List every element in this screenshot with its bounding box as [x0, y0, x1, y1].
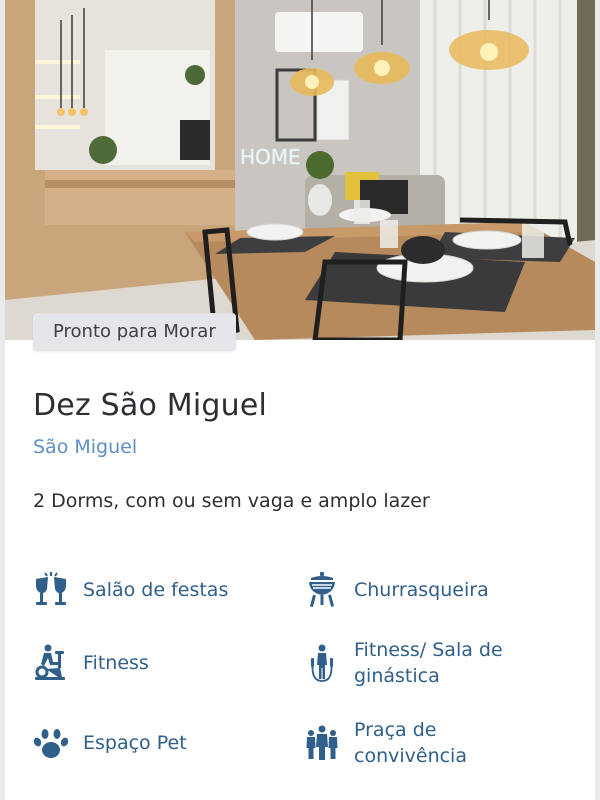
status-badge: Pronto para Morar — [33, 313, 236, 351]
amenity-label: Praça de convivência — [354, 719, 467, 767]
amenity-fitness-sala-de-ginastica: Fitness/ Sala de ginástica — [302, 637, 544, 689]
amenity-label: Fitness/ Sala de ginástica — [354, 639, 503, 687]
property-title[interactable]: Dez São Miguel — [33, 388, 267, 423]
amenity-espaco-pet: Espaço Pet — [31, 723, 187, 763]
amenity-label: Salão de festas — [83, 579, 229, 601]
exercise-bike-icon — [31, 643, 71, 683]
grill-icon — [302, 570, 342, 610]
amenity-fitness: Fitness — [31, 643, 149, 683]
amenity-salao-de-festas: Salão de festas — [31, 570, 228, 610]
jump-rope-icon — [302, 643, 342, 683]
amenity-label: Churrasqueira — [354, 579, 489, 601]
property-description: 2 Dorms, com ou sem vaga e amplo lazer — [33, 490, 430, 512]
amenity-churrasqueira: Churrasqueira — [302, 570, 489, 610]
amenity-label: Fitness — [83, 652, 149, 674]
amenity-praca-de-convivencia: Praça de convivência — [302, 717, 524, 769]
neon-home-sign: HOME — [240, 145, 301, 169]
property-photo[interactable]: HOME — [5, 0, 595, 340]
property-card[interactable]: HOME Pronto para Morar Dez São Miguel Sã… — [5, 0, 595, 800]
property-neighborhood: São Miguel — [33, 436, 138, 458]
cheers-glasses-icon — [31, 570, 71, 610]
amenity-label: Espaço Pet — [83, 732, 187, 754]
people-group-icon — [302, 723, 342, 763]
paw-icon — [31, 723, 71, 763]
